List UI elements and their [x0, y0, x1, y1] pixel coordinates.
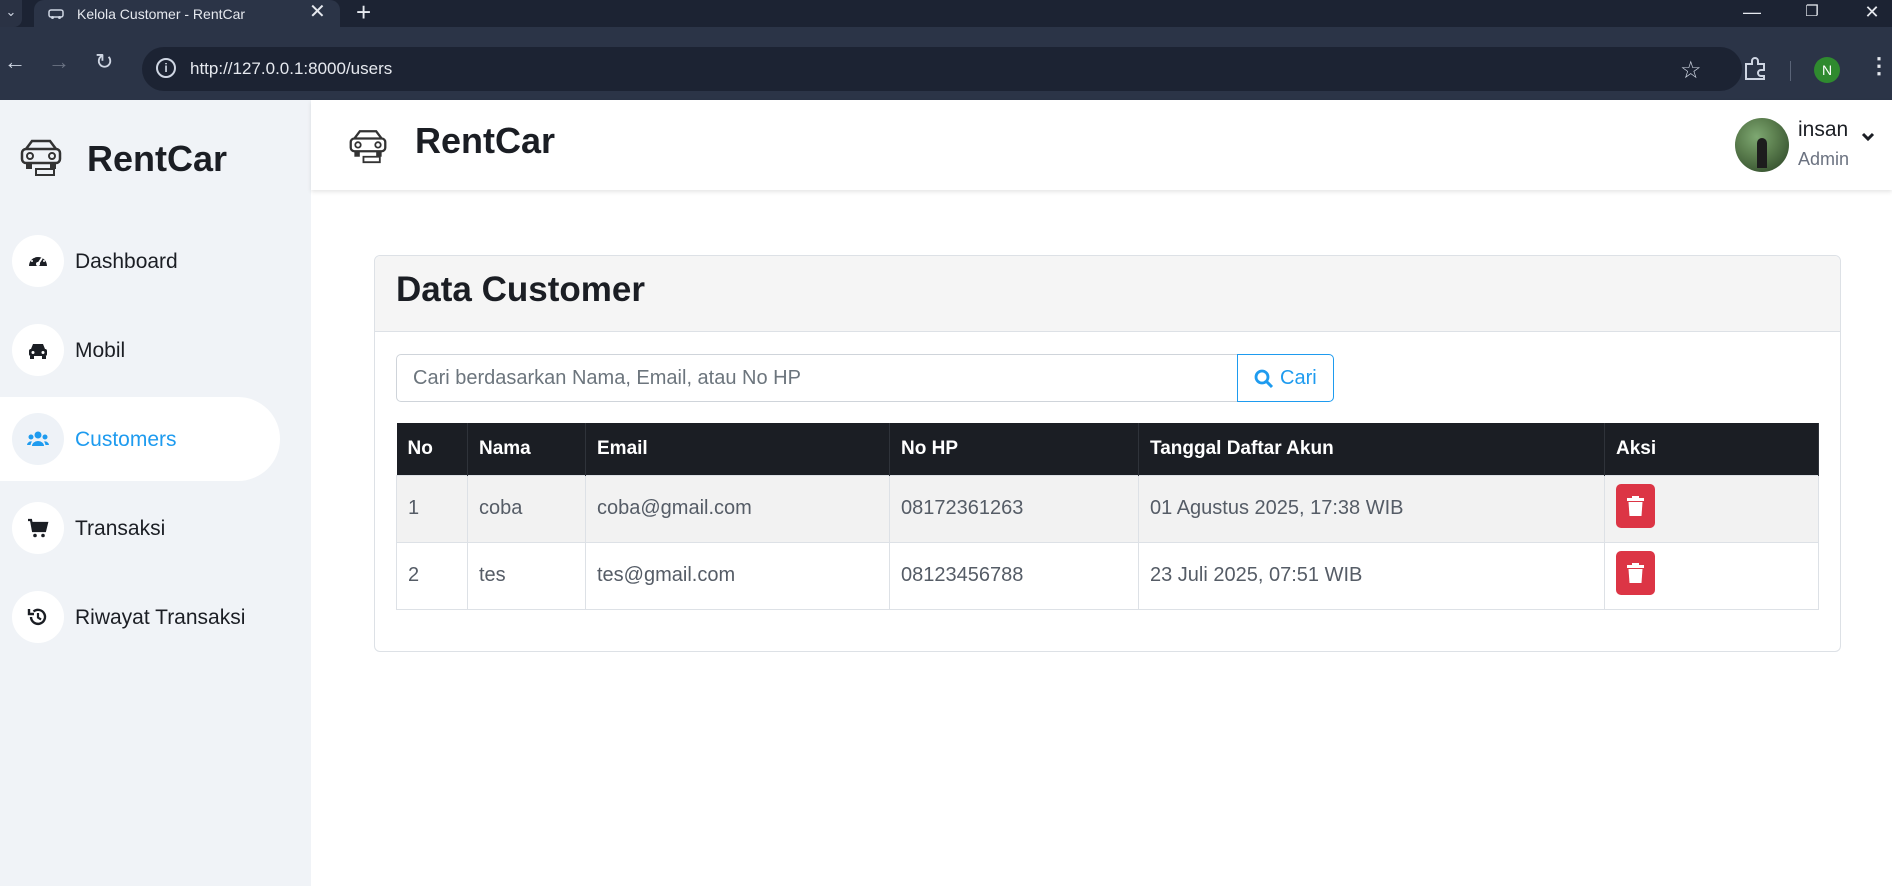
cell-no-hp: 08123456788	[889, 541, 1139, 610]
column-header-aksi: Aksi	[1604, 423, 1819, 475]
sidebar-item-mobil[interactable]: Mobil	[0, 308, 280, 392]
nav-icon-circle	[12, 502, 64, 554]
search-icon	[1254, 369, 1274, 389]
tab-close-icon[interactable]: ✕	[309, 2, 326, 22]
column-header-nama: Nama	[467, 423, 586, 475]
sidebar-item-label: Riwayat Transaksi	[75, 606, 246, 629]
restore-icon[interactable]: ❐	[1792, 0, 1832, 27]
cell-email: coba@gmail.com	[585, 474, 890, 543]
table-row: 1 coba coba@gmail.com 08172361263 01 Agu…	[396, 474, 1819, 543]
browser-toolbar: ← → ↻ i http://127.0.0.1:8000/users ☆ N …	[0, 27, 1892, 100]
sidebar-item-label: Dashboard	[75, 250, 178, 273]
sidebar-item-dashboard[interactable]: Dashboard	[0, 219, 280, 303]
bookmark-star-icon[interactable]: ☆	[1680, 56, 1702, 85]
url-text[interactable]: http://127.0.0.1:8000/users	[190, 59, 392, 79]
more-menu-icon[interactable]: ⋮	[1868, 55, 1890, 77]
nav-icon-circle	[12, 413, 64, 465]
car-logo-icon	[349, 130, 387, 164]
cart-icon	[28, 518, 49, 538]
sidebar: RentCar Dashboard Mobil Customers Transa…	[0, 100, 311, 886]
column-header-email: Email	[585, 423, 890, 475]
column-header-no: No	[396, 423, 468, 475]
cell-no: 2	[396, 541, 468, 610]
tab-search-icon[interactable]: ⌄	[0, 0, 22, 27]
column-header-tanggal: Tanggal Daftar Akun	[1138, 423, 1605, 475]
car-favicon-icon	[48, 9, 64, 19]
users-icon	[27, 431, 49, 446]
cell-no-hp: 08172361263	[889, 474, 1139, 543]
cell-aksi	[1604, 541, 1819, 610]
sidebar-item-label: Transaksi	[75, 517, 166, 540]
car-logo-icon	[20, 139, 62, 176]
cell-tanggal: 23 Juli 2025, 07:51 WIB	[1138, 541, 1605, 610]
gauge-icon	[29, 254, 47, 266]
cell-no: 1	[396, 474, 468, 543]
cell-nama: coba	[467, 474, 586, 543]
sidebar-item-riwayat-transaksi[interactable]: Riwayat Transaksi	[0, 575, 280, 659]
search-input[interactable]	[396, 354, 1238, 402]
trash-icon	[1627, 495, 1644, 516]
chevron-down-icon[interactable]	[1861, 132, 1875, 142]
delete-button[interactable]	[1616, 483, 1655, 528]
minimize-icon[interactable]: —	[1732, 0, 1772, 27]
toolbar-divider	[1790, 61, 1791, 81]
profile-avatar[interactable]: N	[1814, 57, 1840, 83]
car-icon	[29, 344, 47, 359]
sidebar-item-label: Customers	[75, 428, 177, 451]
history-icon	[27, 608, 47, 626]
sidebar-item-transaksi[interactable]: Transaksi	[0, 486, 280, 570]
column-header-no-hp: No HP	[889, 423, 1139, 475]
extensions-icon[interactable]	[1742, 56, 1768, 82]
avatar[interactable]	[1735, 118, 1789, 172]
page-title: Data Customer	[396, 270, 645, 309]
sidebar-brand-name: RentCar	[87, 138, 228, 179]
sidebar-item-label: Mobil	[75, 339, 126, 362]
sidebar-item-customers[interactable]: Customers	[0, 397, 280, 481]
user-role: Admin	[1798, 149, 1850, 169]
trash-icon	[1627, 562, 1644, 583]
top-header: RentCar insan Admin	[311, 100, 1892, 190]
site-info-icon[interactable]: i	[156, 58, 176, 78]
customer-table: No Nama Email No HP Tanggal Daftar Akun …	[396, 423, 1819, 610]
tab-title: Kelola Customer - RentCar	[77, 6, 246, 22]
table-row: 2 tes tes@gmail.com 08123456788 23 Juli …	[396, 541, 1819, 610]
card-header: Data Customer	[375, 256, 1840, 332]
close-window-icon[interactable]: ✕	[1852, 0, 1892, 27]
nav-icon-circle	[12, 591, 64, 643]
browser-tabbar: ⌄ Kelola Customer - RentCar ✕ + — ❐ ✕	[0, 0, 1892, 27]
cell-tanggal: 01 Agustus 2025, 17:38 WIB	[1138, 474, 1605, 543]
header-brand-name[interactable]: RentCar	[415, 120, 555, 162]
nav-icon-circle	[12, 235, 64, 287]
search-button[interactable]: Cari	[1237, 354, 1334, 402]
avatar-figure	[1757, 138, 1767, 168]
address-bar[interactable]: i http://127.0.0.1:8000/users ☆	[142, 47, 1742, 91]
nav-icon-circle	[12, 324, 64, 376]
table-header-row: No Nama Email No HP Tanggal Daftar Akun …	[396, 423, 1819, 475]
forward-icon[interactable]: →	[48, 51, 70, 73]
customer-card: Data Customer Cari No Nama Email No HP T…	[374, 255, 1841, 652]
delete-button[interactable]	[1616, 550, 1655, 595]
reload-icon[interactable]: ↻	[95, 51, 113, 73]
cell-aksi	[1604, 474, 1819, 543]
browser-tab[interactable]: Kelola Customer - RentCar ✕	[34, 0, 340, 27]
user-name[interactable]: insan	[1798, 118, 1848, 142]
cell-nama: tes	[467, 541, 586, 610]
search-button-label: Cari	[1280, 367, 1317, 389]
new-tab-icon[interactable]: +	[356, 0, 371, 25]
back-icon[interactable]: ←	[4, 51, 26, 73]
cell-email: tes@gmail.com	[585, 541, 890, 610]
